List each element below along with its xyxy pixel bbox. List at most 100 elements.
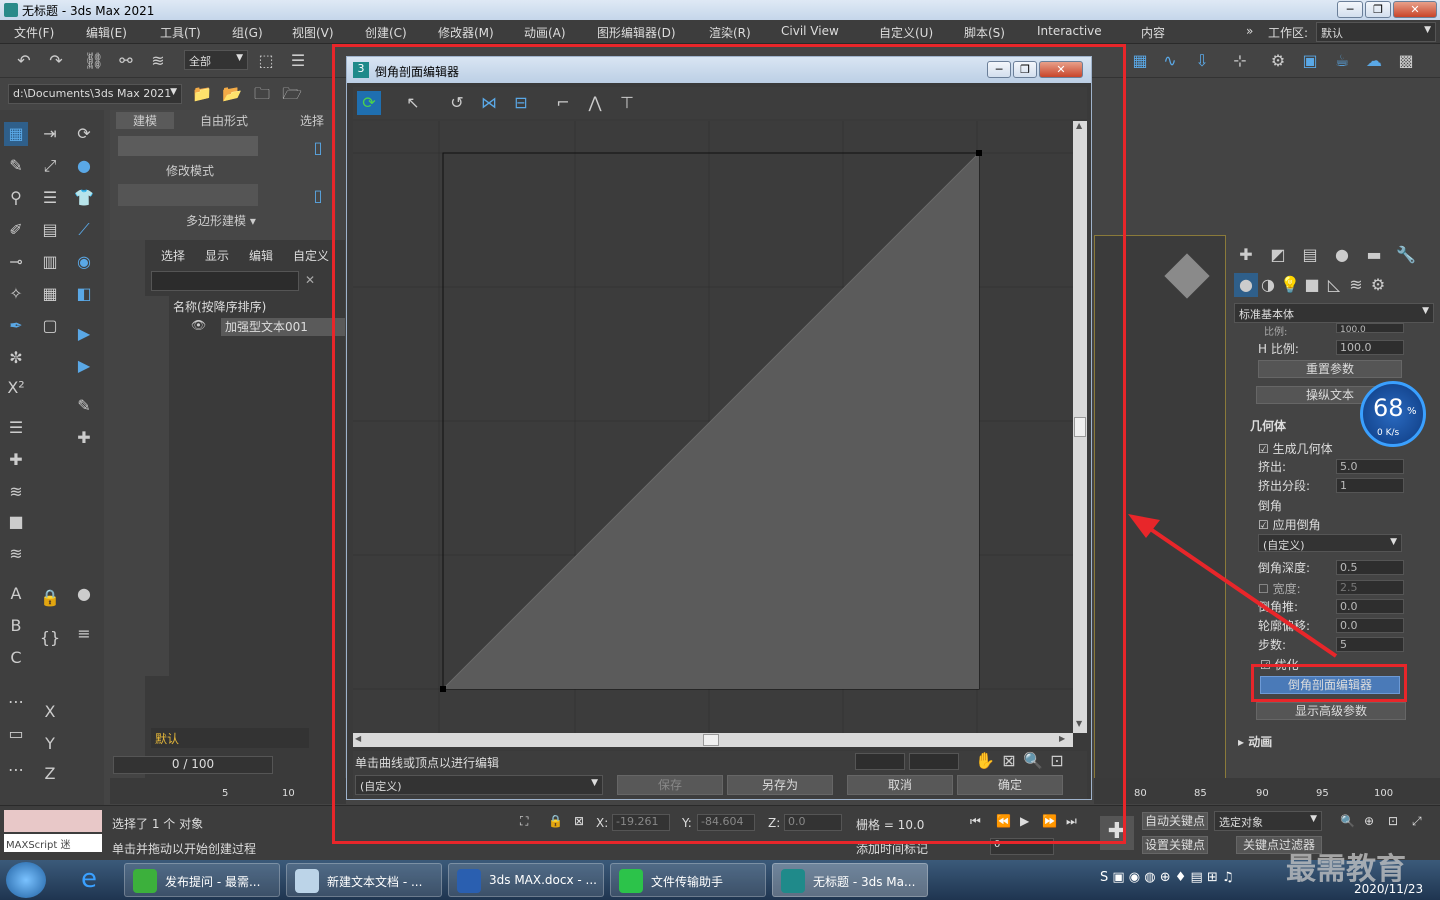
redo-icon[interactable]: ↷ (44, 49, 68, 73)
layer-name[interactable]: 默认 (151, 728, 309, 748)
text-c-icon[interactable]: C (4, 646, 28, 670)
clock-date[interactable]: 2020/11/23 (1354, 882, 1423, 896)
zoom-extents-all-icon[interactable]: ⊡ (1388, 814, 1398, 828)
rotate-tool-icon[interactable]: ⟳ (72, 122, 96, 146)
scroll-up-icon[interactable]: ▲ (1076, 121, 1082, 130)
helpers-icon[interactable]: ◺ (1322, 273, 1346, 297)
preset-select[interactable]: (自定义) ▼ (355, 775, 603, 795)
taskbar-item-3dsmax[interactable]: 无标题 - 3ds Ma... (772, 863, 928, 897)
hierarchy-tab-icon[interactable]: ▤ (1298, 243, 1322, 267)
bevel-preset-select[interactable]: (自定义) ▼ (1258, 534, 1402, 552)
box-icon[interactable]: ▢ (38, 314, 62, 338)
spacewarps-icon[interactable]: ≋ (1344, 273, 1368, 297)
layers2-icon[interactable]: ≋ (4, 542, 28, 566)
render-icon[interactable]: ☕ (1330, 49, 1354, 73)
taskbar-item-question[interactable]: 发布提问 - 最需... (124, 863, 280, 897)
geometry-section-header[interactable]: 几何体 (1250, 417, 1286, 434)
set-project-icon[interactable]: 📂 (220, 82, 244, 106)
dialog-minimize-button[interactable]: ─ (987, 61, 1011, 78)
grid-tool-icon[interactable]: ▦ (38, 282, 62, 306)
show-advanced-button[interactable]: 显示高级参数 (1256, 702, 1406, 720)
project-folder-icon[interactable]: 🗀 (250, 82, 274, 106)
grid-icon[interactable]: ▩ (1394, 49, 1418, 73)
frame-slider[interactable]: 0 / 100 (113, 756, 273, 774)
maxscript-mini[interactable]: MAXScript 迷 (4, 834, 102, 852)
render-frame-icon[interactable]: ▣ (1298, 49, 1322, 73)
dots2-icon[interactable]: ⋯ (4, 758, 28, 782)
layout-icon[interactable]: ▦ (1128, 49, 1152, 73)
shirt-icon[interactable]: 👕 (72, 186, 96, 210)
menu-file[interactable]: 文件(F) (14, 24, 54, 41)
smooth-point-icon[interactable]: ⊤ (615, 91, 639, 115)
text-b-icon[interactable]: B (4, 614, 28, 638)
select-by-name-icon[interactable]: ☰ (286, 49, 310, 73)
save-button[interactable]: 保存 (617, 775, 723, 795)
menu-tools[interactable]: 工具(T) (160, 24, 201, 41)
generate-geometry-checkbox[interactable]: ☑ 生成几何体 (1258, 440, 1333, 457)
z-coordinate-field[interactable]: 0.0 (784, 814, 842, 831)
profile-start-point[interactable] (440, 686, 446, 692)
stack-icon[interactable]: ▤ (38, 218, 62, 242)
apply-bevel-checkbox[interactable]: ☑ 应用倒角 (1258, 516, 1321, 533)
play-icon[interactable]: ▶ (1020, 814, 1029, 828)
corner-point-icon[interactable]: ⌐ (551, 91, 575, 115)
ribbon-tool2-icon[interactable]: ▯ (306, 184, 330, 208)
viewcube-icon[interactable] (1164, 253, 1210, 299)
outline-offset-spinner[interactable]: 0.0 (1336, 618, 1404, 633)
menu-rendering[interactable]: 渲染(R) (709, 24, 751, 41)
dialog-close-button[interactable]: ✕ (1039, 61, 1083, 78)
timeline-left[interactable]: 5 10 (110, 778, 346, 804)
lights-icon[interactable]: 💡 (1278, 273, 1302, 297)
modify-tab-icon[interactable]: ◩ (1266, 243, 1290, 267)
profile-end-point[interactable] (976, 150, 982, 156)
width-checkbox[interactable]: ☐ 宽度: (1258, 580, 1301, 597)
scale-tool-icon[interactable]: ⤢ (38, 154, 62, 178)
axis-z-icon[interactable]: Z (38, 762, 62, 786)
optimize-checkbox[interactable]: ☑ 优化 (1260, 656, 1299, 673)
geometry-icon[interactable]: ● (1234, 273, 1258, 297)
select-tool-icon[interactable]: ▦ (4, 122, 28, 146)
tray-icons[interactable]: S ▣ ◉ ◍ ⊕ ♦ ▤ ⊞ ♫ (1100, 870, 1234, 885)
axis-x-icon[interactable]: X (38, 700, 62, 724)
selection-filter-select[interactable]: 全部 ▼ (184, 50, 248, 70)
menu-modifiers[interactable]: 修改器(M) (438, 24, 494, 41)
pen-fill-icon[interactable]: ✒ (4, 314, 28, 338)
scene-tab-display[interactable]: 显示 (205, 247, 229, 264)
vertical-scrollbar[interactable]: ▲ ▼ (1073, 121, 1087, 733)
snow-icon[interactable]: ✼ (4, 346, 28, 370)
current-frame-field[interactable]: 0 (990, 838, 1054, 855)
dialog-title-bar[interactable]: 3 倒角剖面编辑器 ─ ❐ ✕ (347, 57, 1091, 83)
menu-group[interactable]: 组(G) (232, 24, 263, 41)
dope-sheet-icon[interactable]: ⇩ (1190, 49, 1214, 73)
play-tool-icon[interactable]: ▶ (72, 322, 96, 346)
scroll-left-icon[interactable]: ◀ (355, 734, 361, 743)
menu-content[interactable]: 内容 (1141, 24, 1165, 41)
bind-space-warp-icon[interactable]: ≋ (146, 49, 170, 73)
menu-scripting[interactable]: 脚本(S) (964, 24, 1005, 41)
poly-modeling-dropdown[interactable]: 多边形建模 ▾ (186, 212, 256, 229)
category-select[interactable]: 标准基本体 ▼ (1234, 303, 1434, 323)
extrude-segments-spinner[interactable]: 1 (1336, 478, 1404, 493)
paint-icon[interactable]: ⚲ (4, 186, 28, 210)
timeline-right[interactable]: 80 85 90 95 100 (1094, 778, 1440, 804)
reset-curve-icon[interactable]: ↺ (445, 91, 469, 115)
x-coordinate-field[interactable]: -19.261 (612, 814, 670, 831)
menu-animation[interactable]: 动画(A) (524, 24, 566, 41)
tab-selection[interactable]: 选择 (300, 112, 324, 129)
undo-icon[interactable]: ↶ (12, 49, 36, 73)
key-mode-plus-icon[interactable]: ✚ (1100, 816, 1134, 850)
braces-icon[interactable]: {} (38, 626, 62, 650)
animation-section-header[interactable]: ▸ 动画 (1238, 733, 1272, 750)
workspace-select[interactable]: 默认 ▼ (1316, 22, 1436, 42)
maximize-viewport-icon[interactable]: ⤢ (1412, 814, 1422, 829)
pen-icon[interactable]: ✐ (4, 218, 28, 242)
lasso-icon[interactable]: ✧ (4, 282, 28, 306)
menu-create[interactable]: 创建(C) (365, 24, 407, 41)
scroll-right-icon[interactable]: ▶ (1059, 734, 1065, 743)
taskbar-item-wechat[interactable]: 文件传输助手 (610, 863, 766, 897)
delete-point-icon[interactable]: ↖ (401, 91, 425, 115)
bevel-push-spinner[interactable]: 0.0 (1336, 599, 1404, 614)
bevel-depth-spinner[interactable]: 0.5 (1336, 560, 1404, 575)
profile-graph[interactable] (353, 121, 1073, 733)
select-object-icon[interactable]: ⬚ (254, 49, 278, 73)
